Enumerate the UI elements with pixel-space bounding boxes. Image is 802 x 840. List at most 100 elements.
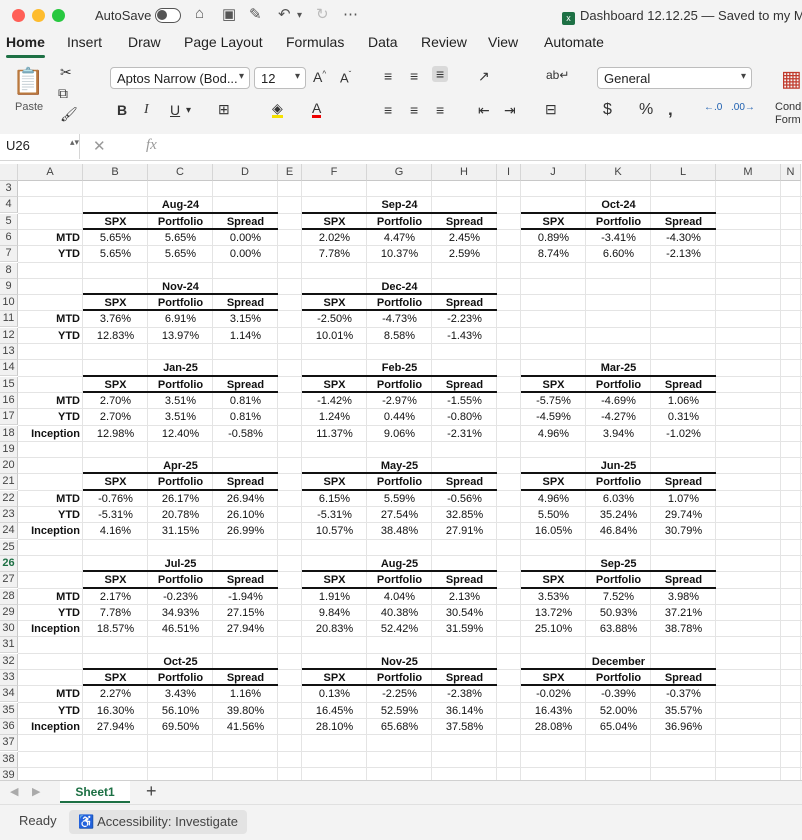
row-header-38[interactable]: 38 [0, 751, 18, 768]
value-cell[interactable]: 34.93% [148, 605, 213, 621]
value-cell[interactable]: -4.30% [651, 230, 716, 246]
close-window-button[interactable] [12, 9, 25, 22]
zoom-window-button[interactable] [52, 9, 65, 22]
tab-data[interactable]: Data [368, 34, 398, 50]
format-painter-icon[interactable]: 🖌 [60, 106, 78, 123]
row-header-36[interactable]: 36 [0, 718, 18, 735]
tab-automate[interactable]: Automate [544, 34, 604, 50]
value-cell[interactable]: -0.76% [83, 491, 148, 507]
font-size-select[interactable]: 12 ▾ [254, 67, 306, 89]
tab-home[interactable]: Home [6, 34, 45, 58]
value-cell[interactable]: 26.17% [148, 491, 213, 507]
value-cell[interactable]: 2.13% [432, 589, 497, 605]
value-cell[interactable]: 12.98% [83, 426, 148, 442]
value-cell[interactable]: 6.03% [586, 491, 651, 507]
row-header-34[interactable]: 34 [0, 686, 18, 703]
increase-font-icon[interactable]: A^ [313, 69, 326, 85]
column-header-a[interactable]: A [18, 164, 83, 181]
value-cell[interactable]: 0.13% [302, 686, 367, 702]
row-header-4[interactable]: 4 [0, 197, 18, 214]
value-cell[interactable]: -2.31% [432, 426, 497, 442]
value-cell[interactable]: 69.50% [148, 719, 213, 735]
row-header-3[interactable]: 3 [0, 181, 18, 197]
value-cell[interactable]: 16.43% [521, 703, 586, 719]
cancel-icon[interactable]: ✕ [93, 137, 106, 155]
italic-button[interactable]: I [144, 102, 149, 118]
value-cell[interactable]: 3.94% [586, 426, 651, 442]
value-cell[interactable]: -2.25% [367, 686, 432, 702]
value-cell[interactable]: 1.06% [651, 393, 716, 409]
value-cell[interactable]: 1.91% [302, 589, 367, 605]
value-cell[interactable]: 65.04% [586, 719, 651, 735]
value-cell[interactable]: 0.00% [213, 230, 278, 246]
value-cell[interactable]: 2.17% [83, 589, 148, 605]
value-cell[interactable]: 6.15% [302, 491, 367, 507]
row-header-17[interactable]: 17 [0, 409, 18, 426]
value-cell[interactable]: 3.15% [213, 311, 278, 327]
value-cell[interactable]: 10.57% [302, 523, 367, 539]
value-cell[interactable]: 31.15% [148, 523, 213, 539]
decrease-decimal-icon[interactable]: .00→ [731, 102, 755, 113]
value-cell[interactable]: 16.05% [521, 523, 586, 539]
align-center-icon[interactable]: ≡ [410, 102, 418, 118]
value-cell[interactable]: 46.84% [586, 523, 651, 539]
value-cell[interactable]: 2.27% [83, 686, 148, 702]
value-cell[interactable]: 27.54% [367, 507, 432, 523]
value-cell[interactable]: -4.59% [521, 409, 586, 425]
value-cell[interactable]: -0.56% [432, 491, 497, 507]
row-header-33[interactable]: 33 [0, 670, 18, 686]
formula-input[interactable] [170, 134, 800, 159]
row-header-14[interactable]: 14 [0, 360, 18, 377]
undo-icon[interactable]: ↶ [278, 5, 291, 23]
value-cell[interactable]: -3.41% [586, 230, 651, 246]
row-header-37[interactable]: 37 [0, 735, 18, 752]
value-cell[interactable]: 27.91% [432, 523, 497, 539]
add-sheet-button[interactable]: + [146, 781, 157, 802]
copy-icon[interactable]: ⧉ [58, 85, 68, 102]
value-cell[interactable]: 4.04% [367, 589, 432, 605]
value-cell[interactable]: 5.65% [83, 230, 148, 246]
value-cell[interactable]: 0.44% [367, 409, 432, 425]
value-cell[interactable]: -4.73% [367, 311, 432, 327]
value-cell[interactable]: 3.51% [148, 409, 213, 425]
value-cell[interactable]: 6.60% [586, 246, 651, 262]
row-header-10[interactable]: 10 [0, 295, 18, 312]
value-cell[interactable]: 7.52% [586, 589, 651, 605]
increase-decimal-icon[interactable]: ←.0 [704, 102, 722, 113]
column-header-e[interactable]: E [278, 164, 302, 181]
value-cell[interactable]: 5.50% [521, 507, 586, 523]
value-cell[interactable]: 5.65% [148, 246, 213, 262]
row-header-21[interactable]: 21 [0, 474, 18, 491]
value-cell[interactable]: 37.58% [432, 719, 497, 735]
save-icon[interactable]: ▣ [222, 5, 236, 23]
value-cell[interactable]: 18.57% [83, 621, 148, 637]
row-header-8[interactable]: 8 [0, 262, 18, 279]
value-cell[interactable]: 36.14% [432, 703, 497, 719]
value-cell[interactable]: 10.37% [367, 246, 432, 262]
value-cell[interactable]: 12.83% [83, 328, 148, 344]
value-cell[interactable]: 8.58% [367, 328, 432, 344]
value-cell[interactable]: 0.81% [213, 409, 278, 425]
value-cell[interactable]: -4.27% [586, 409, 651, 425]
value-cell[interactable]: 0.89% [521, 230, 586, 246]
column-header-l[interactable]: L [651, 164, 716, 181]
value-cell[interactable]: -0.02% [521, 686, 586, 702]
value-cell[interactable]: 50.93% [586, 605, 651, 621]
column-header-k[interactable]: K [586, 164, 651, 181]
paste-icon[interactable]: 📋 [12, 66, 44, 97]
value-cell[interactable]: -0.37% [651, 686, 716, 702]
autosave-toggle[interactable] [155, 8, 181, 23]
align-middle-icon[interactable]: ≡ [410, 68, 418, 84]
value-cell[interactable]: 16.45% [302, 703, 367, 719]
value-cell[interactable]: -2.97% [367, 393, 432, 409]
orientation-icon[interactable]: ↗ [478, 68, 490, 85]
value-cell[interactable]: 27.94% [213, 621, 278, 637]
value-cell[interactable]: 12.40% [148, 426, 213, 442]
value-cell[interactable]: 63.88% [586, 621, 651, 637]
value-cell[interactable]: 1.14% [213, 328, 278, 344]
value-cell[interactable]: 52.42% [367, 621, 432, 637]
value-cell[interactable]: 7.78% [83, 605, 148, 621]
value-cell[interactable]: 5.59% [367, 491, 432, 507]
value-cell[interactable]: -5.31% [302, 507, 367, 523]
minimize-window-button[interactable] [32, 9, 45, 22]
